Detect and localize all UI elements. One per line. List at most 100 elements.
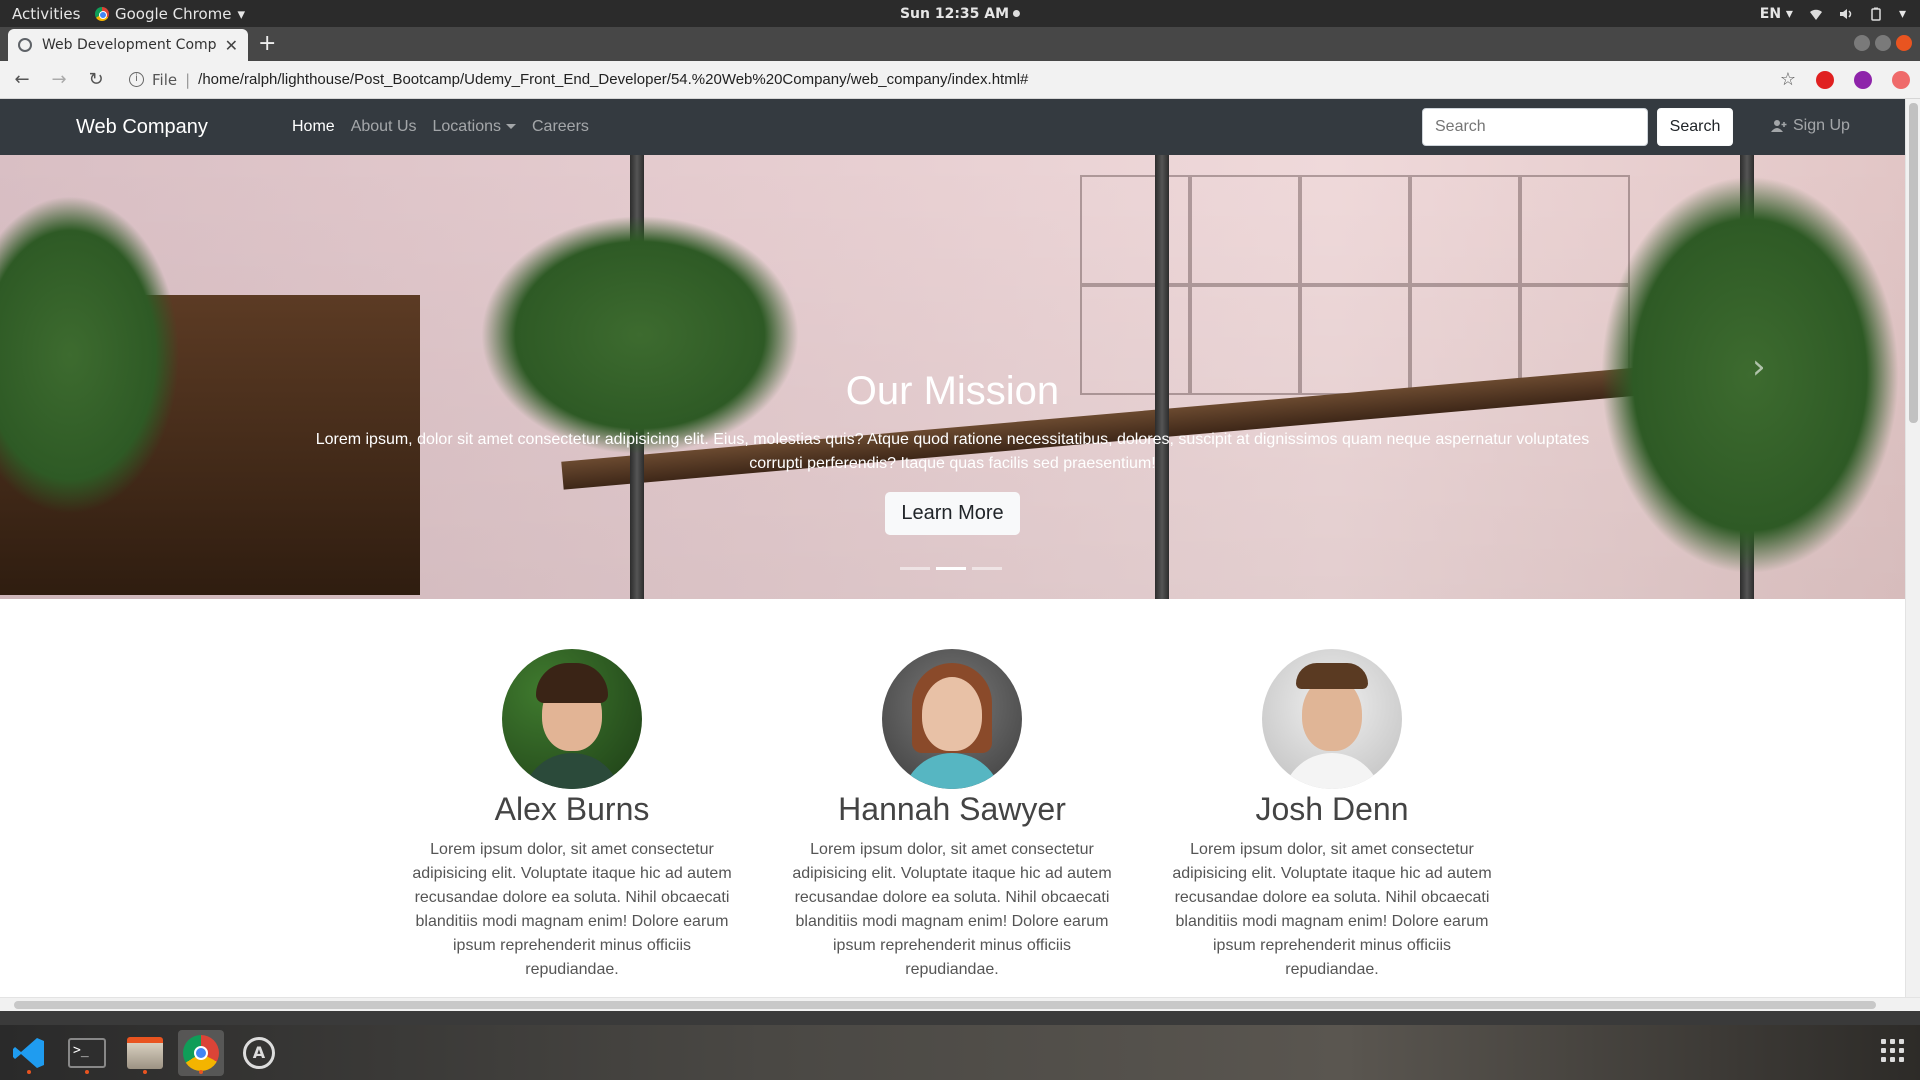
horizontal-scrollbar[interactable] bbox=[0, 997, 1920, 1011]
app-menu[interactable]: Google Chrome ▾ bbox=[95, 5, 245, 23]
site-nav-links: Home About Us Locations Careers bbox=[292, 118, 589, 136]
system-menu-chevron-icon[interactable]: ▾ bbox=[1899, 6, 1906, 22]
minimize-button[interactable] bbox=[1854, 35, 1870, 51]
wall-tile bbox=[1410, 175, 1520, 285]
clock[interactable]: Sun 12:35 AM bbox=[899, 5, 1021, 22]
wall-tile bbox=[1190, 175, 1300, 285]
team-member-name: Hannah Sawyer bbox=[838, 791, 1066, 827]
carousel-indicator-3[interactable] bbox=[972, 567, 1002, 570]
avatar bbox=[882, 649, 1022, 789]
team-member-bio: Lorem ipsum dolor, sit amet consectetur … bbox=[792, 841, 1112, 978]
team-member-name: Josh Denn bbox=[1255, 791, 1409, 827]
browser-toolbar: ← → ↻ i File | /home/ralph/lighthouse/Po… bbox=[0, 61, 1920, 99]
sign-up-label: Sign Up bbox=[1793, 117, 1850, 134]
window-controls bbox=[1854, 35, 1912, 51]
hero-title: Our Mission bbox=[845, 369, 1060, 413]
files-icon[interactable] bbox=[122, 1030, 168, 1076]
hero-carousel: Our Mission Lorem ipsum, dolor sit amet … bbox=[0, 155, 1905, 599]
avatar bbox=[1262, 649, 1402, 789]
page-viewport: Web Company Home About Us Locations Care… bbox=[0, 99, 1920, 1011]
system-tray[interactable]: EN ▾ ▾ bbox=[1760, 0, 1906, 27]
language-indicator[interactable]: EN ▾ bbox=[1760, 6, 1793, 22]
horizontal-scroll-thumb[interactable] bbox=[14, 1001, 1876, 1009]
files-glyph bbox=[127, 1037, 163, 1069]
team-member-name: Alex Burns bbox=[494, 791, 650, 827]
carousel-indicators bbox=[900, 567, 1002, 570]
site-search-button[interactable]: Search bbox=[1657, 108, 1733, 146]
avatar bbox=[502, 649, 642, 789]
tab-close-icon[interactable]: ✕ bbox=[225, 36, 238, 55]
nav-home[interactable]: Home bbox=[292, 118, 335, 136]
address-bar[interactable]: /home/ralph/lighthouse/Post_Bootcamp/Ude… bbox=[198, 71, 1028, 88]
show-applications-icon[interactable] bbox=[1881, 1039, 1904, 1062]
app-menu-label: Google Chrome bbox=[115, 4, 232, 23]
nav-locations[interactable]: Locations bbox=[432, 118, 516, 136]
browser-tab[interactable]: Web Development Compa ✕ bbox=[8, 29, 248, 61]
profile-avatar[interactable] bbox=[1854, 70, 1872, 89]
vertical-scroll-thumb[interactable] bbox=[1909, 103, 1918, 423]
battery-icon bbox=[1871, 7, 1881, 21]
back-arrow-icon[interactable]: ← bbox=[7, 69, 37, 90]
wifi-icon bbox=[1809, 9, 1822, 20]
running-indicator bbox=[199, 1070, 203, 1074]
chrome-glyph bbox=[183, 1035, 219, 1071]
wall-tile bbox=[1300, 175, 1410, 285]
carousel-indicator-1[interactable] bbox=[900, 567, 930, 570]
close-window-button[interactable] bbox=[1896, 35, 1912, 51]
maximize-button[interactable] bbox=[1875, 35, 1891, 51]
user-plus-icon bbox=[1771, 120, 1787, 132]
hero-text: Lorem ipsum, dolor sit amet consectetur … bbox=[315, 431, 1590, 472]
site-search-input[interactable] bbox=[1422, 108, 1648, 146]
terminal-icon[interactable]: >_ bbox=[64, 1030, 110, 1076]
vscode-glyph bbox=[13, 1038, 44, 1068]
site-navbar: Web Company Home About Us Locations Care… bbox=[0, 99, 1905, 155]
team-member-bio: Lorem ipsum dolor, sit amet consectetur … bbox=[412, 841, 732, 978]
team-member-bio: Lorem ipsum dolor, sit amet consectetur … bbox=[1172, 841, 1492, 978]
nav-careers[interactable]: Careers bbox=[532, 118, 589, 136]
url-separator: | bbox=[185, 70, 191, 89]
site-brand[interactable]: Web Company bbox=[76, 116, 292, 139]
team-member-card: Josh Denn Lorem ipsum dolor, sit amet co… bbox=[1167, 649, 1497, 982]
team-member-card: Hannah Sawyer Lorem ipsum dolor, sit ame… bbox=[787, 649, 1117, 982]
running-indicator bbox=[27, 1070, 31, 1074]
learn-more-button[interactable]: Learn More bbox=[885, 492, 1020, 535]
nav-about[interactable]: About Us bbox=[351, 118, 417, 136]
chrome-icon[interactable] bbox=[178, 1030, 224, 1076]
tab-title: Web Development Compa bbox=[42, 37, 217, 53]
vscode-icon[interactable] bbox=[6, 1030, 52, 1076]
dock: >_ A bbox=[0, 1025, 1920, 1080]
carousel-indicator-2[interactable] bbox=[936, 567, 966, 570]
extension-icon-secondary[interactable] bbox=[1892, 70, 1910, 89]
volume-icon bbox=[1839, 8, 1852, 19]
chrome-icon bbox=[95, 6, 109, 21]
carousel-next-icon[interactable]: › bbox=[1752, 347, 1766, 387]
vertical-scrollbar[interactable] bbox=[1905, 99, 1920, 1011]
wall-tile bbox=[1080, 175, 1190, 285]
reload-icon[interactable]: ↻ bbox=[81, 69, 111, 90]
updater-glyph: A bbox=[243, 1037, 275, 1069]
sign-up-link[interactable]: Sign Up bbox=[1771, 117, 1850, 135]
bookmark-star-icon[interactable]: ☆ bbox=[1780, 69, 1796, 90]
info-icon[interactable]: i bbox=[129, 72, 144, 87]
running-indicator bbox=[85, 1070, 89, 1074]
globe-icon bbox=[18, 38, 32, 52]
dropdown-caret-icon bbox=[506, 124, 516, 130]
team-member-card: Alex Burns Lorem ipsum dolor, sit amet c… bbox=[407, 649, 737, 982]
terminal-glyph: >_ bbox=[68, 1038, 106, 1068]
url-scheme-label: File bbox=[152, 70, 178, 89]
nav-locations-label: Locations bbox=[432, 118, 502, 135]
browser-tab-strip: Web Development Compa ✕ + bbox=[0, 27, 1920, 61]
language-label: EN bbox=[1759, 5, 1782, 22]
extension-icon[interactable] bbox=[1816, 70, 1834, 89]
toolbar-actions: ☆ bbox=[1780, 69, 1910, 90]
activities-button[interactable]: Activities bbox=[0, 5, 95, 23]
forward-arrow-icon[interactable]: → bbox=[44, 69, 74, 90]
wall-tile bbox=[1520, 175, 1630, 285]
notification-dot bbox=[1013, 10, 1021, 17]
software-updater-icon[interactable]: A bbox=[236, 1030, 282, 1076]
new-tab-button[interactable]: + bbox=[258, 31, 276, 56]
hero-caption: Our Mission Lorem ipsum, dolor sit amet … bbox=[0, 369, 1905, 535]
clock-label: Sun 12:35 AM bbox=[899, 5, 1010, 22]
chevron-down-icon: ▾ bbox=[237, 4, 246, 23]
running-indicator bbox=[143, 1070, 147, 1074]
